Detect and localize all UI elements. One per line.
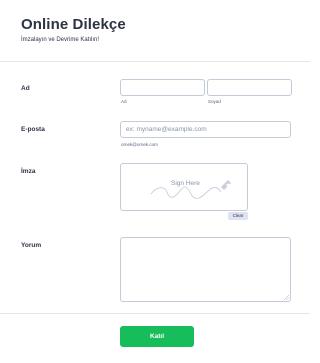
resize-handle-icon[interactable]	[284, 295, 289, 300]
comment-textarea[interactable]	[120, 237, 291, 302]
email-placeholder: ex: myname@example.com	[126, 126, 207, 133]
clear-signature-button[interactable]: Clear	[228, 212, 248, 220]
form-subtitle: İmzalayın ve Devrime Katılın!	[21, 37, 100, 43]
signature-label: İmza	[21, 168, 36, 175]
email-label: E-posta	[21, 126, 45, 133]
signature-placeholder: Sign Here	[171, 180, 200, 187]
header-divider	[0, 61, 310, 62]
first-name-sublabel: Ad	[121, 99, 127, 104]
last-name-sublabel: Soyad	[208, 99, 221, 104]
name-label: Ad	[21, 85, 30, 92]
email-input[interactable]: ex: myname@example.com	[120, 121, 291, 138]
footer-divider	[0, 313, 310, 314]
form-title: Online Dilekçe	[21, 16, 126, 33]
first-name-input[interactable]	[120, 79, 205, 96]
form-header: Online Dilekçe İmzalayın ve Devrime Katı…	[21, 16, 126, 43]
comment-label: Yorum	[21, 242, 42, 249]
pen-icon	[221, 180, 231, 190]
last-name-input[interactable]	[207, 79, 292, 96]
submit-button[interactable]: Katıl	[120, 326, 194, 347]
signature-pad[interactable]: Sign Here	[120, 163, 248, 211]
email-sublabel: ornek@ornek.com	[121, 142, 158, 147]
